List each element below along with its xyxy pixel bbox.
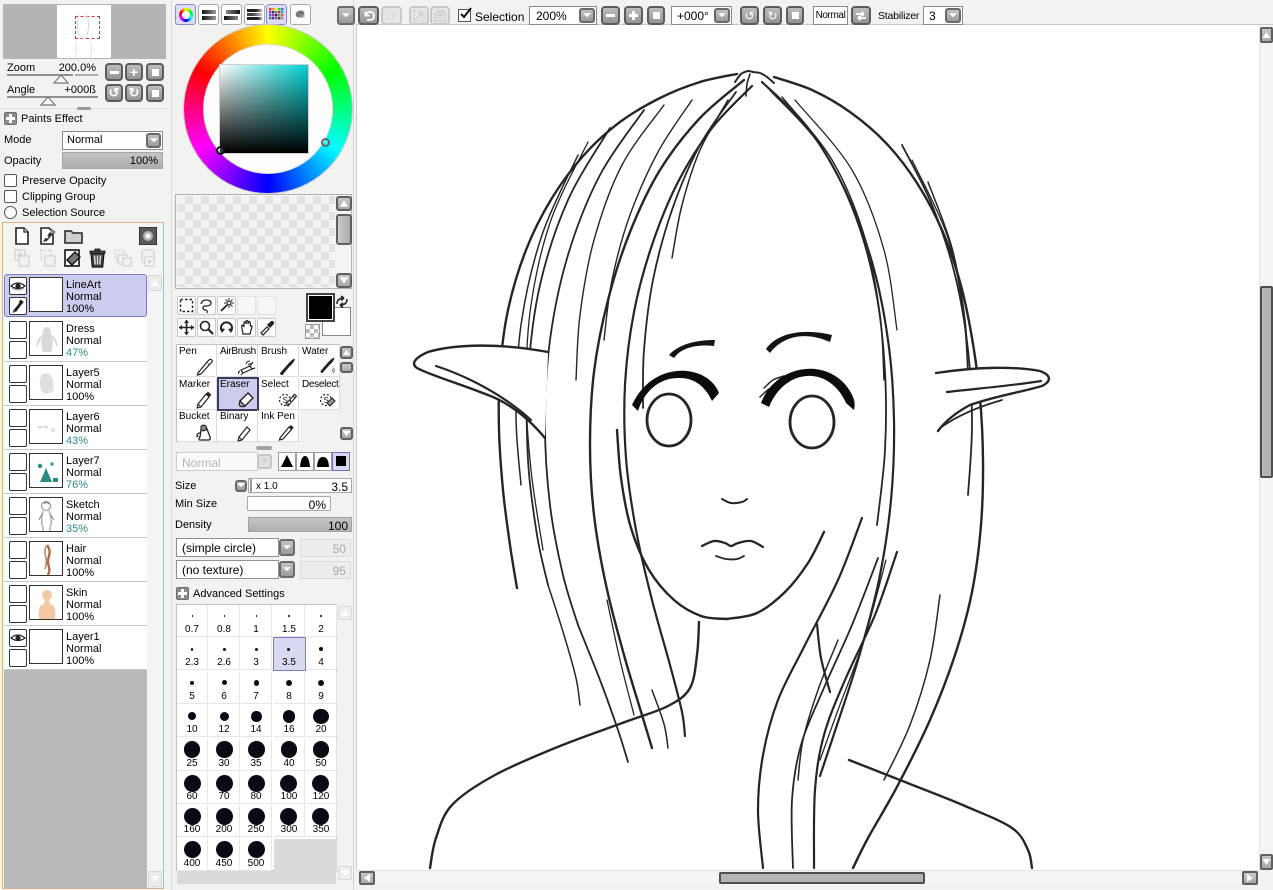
svg-text:S: S bbox=[283, 396, 288, 405]
